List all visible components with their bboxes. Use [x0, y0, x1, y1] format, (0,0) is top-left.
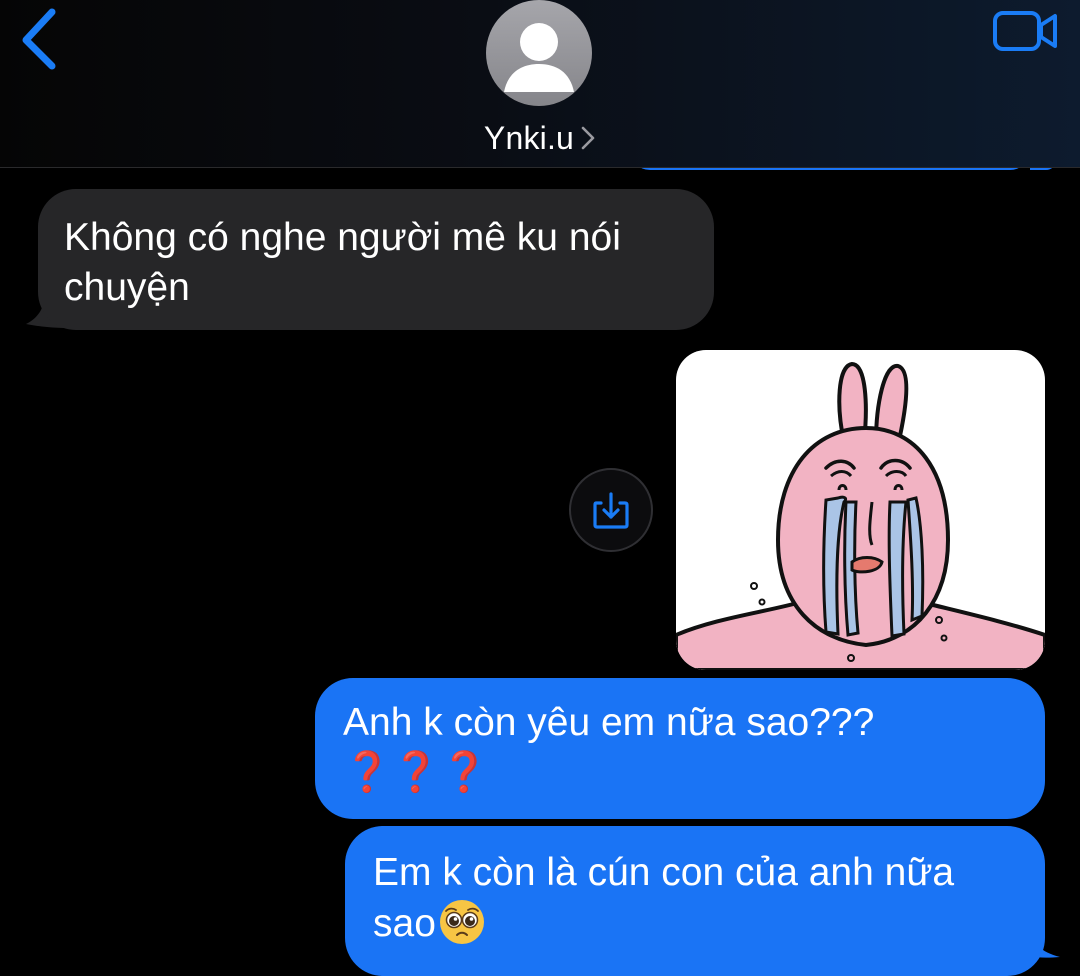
chevron-right-icon	[581, 126, 595, 150]
sent-bubble-tail	[1030, 930, 1060, 958]
back-button[interactable]	[14, 4, 70, 70]
crying-pink-rabbit-illustration	[676, 361, 1045, 670]
pleading-face-emoji	[439, 900, 484, 944]
crying-rabbit-sticker[interactable]	[676, 350, 1045, 670]
video-call-button[interactable]	[992, 8, 1060, 54]
contact-avatar[interactable]	[486, 0, 592, 106]
question-mark-emoji: ❓❓❓	[343, 750, 489, 795]
share-sticker-button[interactable]	[569, 468, 653, 552]
video-camera-icon	[993, 11, 1057, 51]
share-download-icon	[593, 492, 629, 529]
person-silhouette-icon	[504, 23, 574, 92]
message-bubble-sent[interactable]: Em k còn là cún con của anh nữa sao	[345, 826, 1045, 976]
message-bubble-received[interactable]: Không có nghe người mê ku nói chuyện	[38, 189, 714, 330]
message-text: Anh k còn yêu em nữa sao???	[343, 701, 875, 744]
contact-name: Ynki.u	[483, 119, 575, 156]
conversation-header: Ynki.u	[0, 0, 1080, 168]
chevron-left-icon	[22, 8, 56, 70]
message-text: Không có nghe người mê ku nói chuyện	[64, 216, 621, 309]
message-bubble-sent[interactable]: Anh k còn yêu em nữa sao??? ❓❓❓	[315, 678, 1045, 819]
contact-name-button[interactable]: Ynki.u	[440, 118, 640, 158]
